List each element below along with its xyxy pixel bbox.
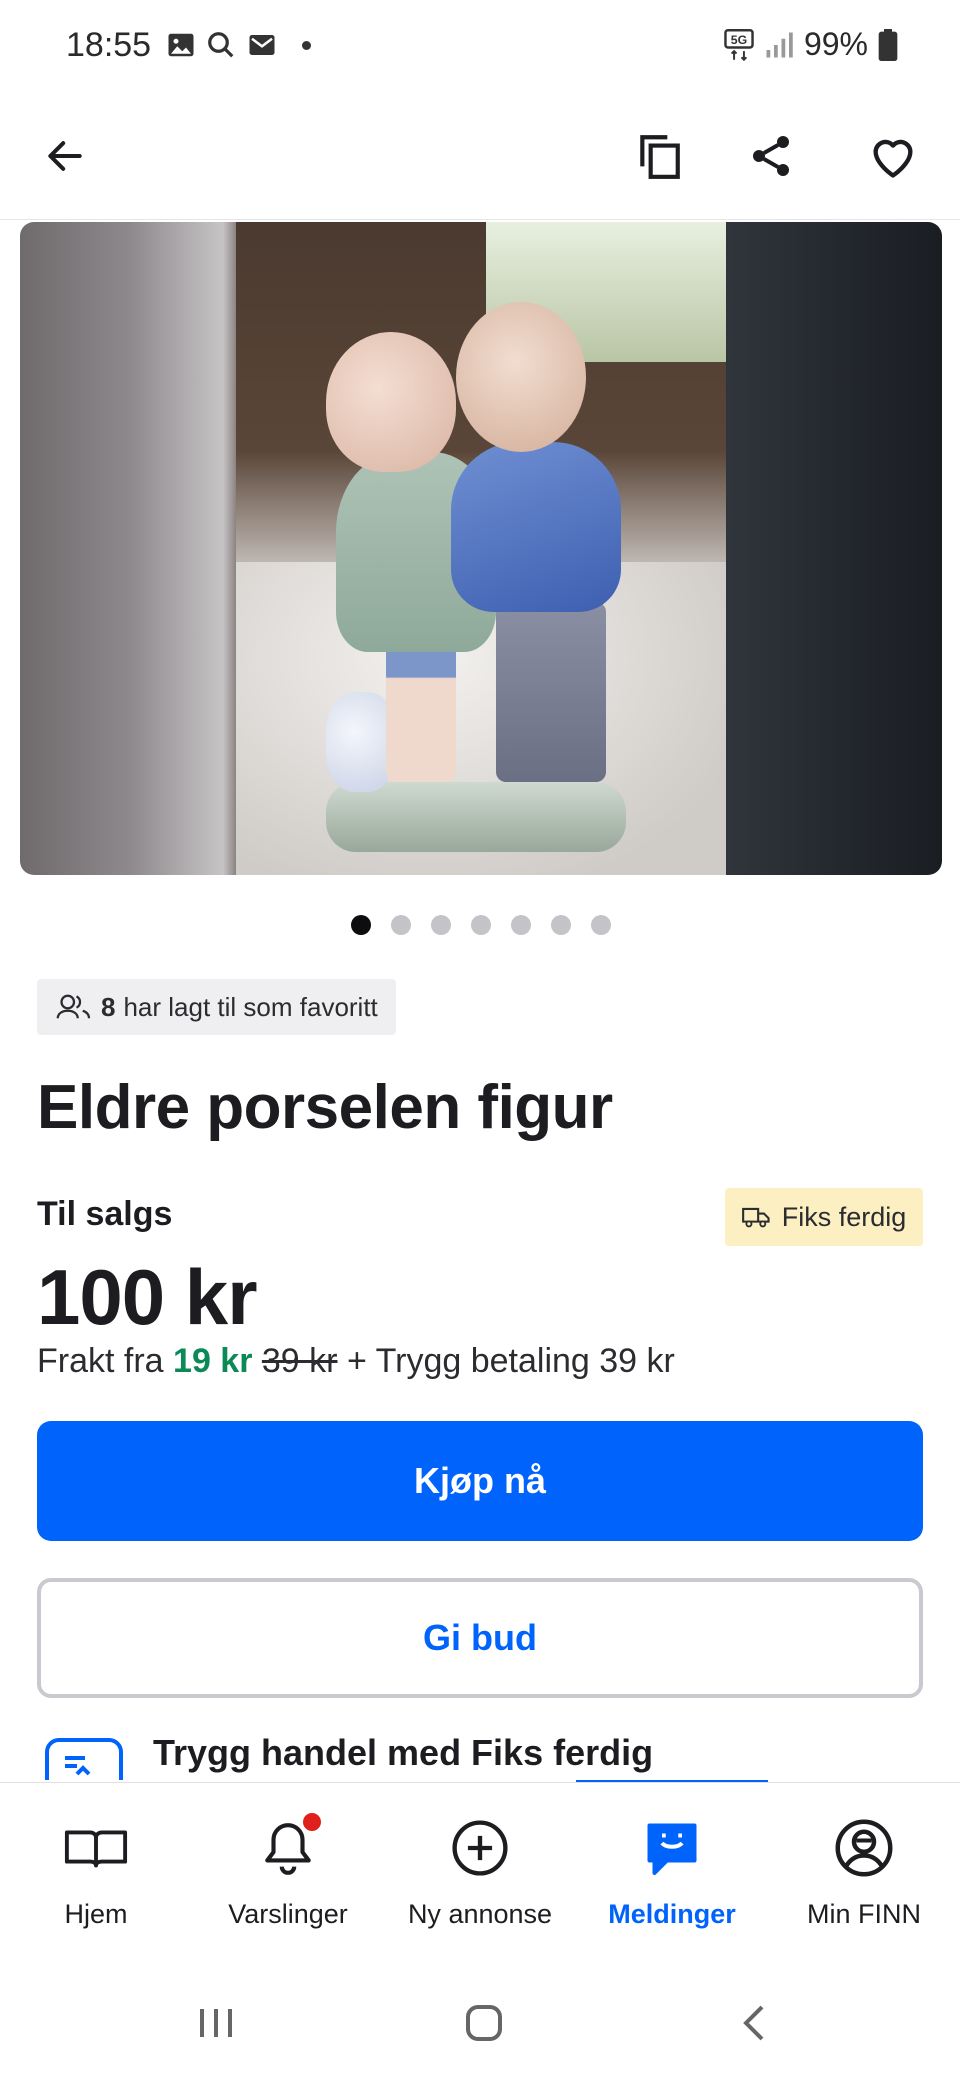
buy-now-button[interactable]: Kjøp nå: [37, 1421, 923, 1541]
listing-title: Eldre porselen figur: [37, 1073, 613, 1142]
book-icon: [61, 1813, 131, 1883]
status-right: 5G 99%: [724, 26, 898, 63]
shipping-suffix: + Trygg betaling 39 kr: [346, 1342, 675, 1380]
nav-label-min-finn: Min FINN: [807, 1899, 921, 1929]
search-icon: [208, 32, 234, 58]
favorite-count-badge: 8 har lagt til som favoritt: [37, 979, 396, 1035]
pagination-dot[interactable]: [471, 915, 491, 935]
listing-photo: [236, 222, 726, 875]
fiks-ferdig-label: Fiks ferdig: [781, 1201, 907, 1232]
home-button[interactable]: [454, 1998, 514, 2048]
status-time: 18:55: [66, 26, 152, 64]
gallery-icon: [168, 33, 194, 57]
profile-icon: [829, 1813, 899, 1883]
system-navigation-bar: [0, 1962, 960, 2080]
shipping-old-price: 39 kr: [261, 1342, 338, 1380]
back-arrow-icon: [48, 141, 82, 171]
pagination-dot[interactable]: [591, 915, 611, 935]
pagination-dot[interactable]: [511, 915, 531, 935]
status-more-dot: [302, 40, 311, 50]
bottom-navigation: Hjem Varslinger Ny annonse Meldinger Min…: [0, 1782, 960, 1962]
nav-item-min-finn[interactable]: Min FINN: [768, 1783, 960, 1963]
nav-label-hjem: Hjem: [64, 1899, 128, 1929]
safe-trade-section: Trygg handel med Fiks ferdig: [0, 1720, 960, 1780]
nav-item-varslinger[interactable]: Varslinger: [192, 1783, 384, 1963]
make-bid-button[interactable]: Gi bud: [37, 1578, 923, 1698]
battery-percentage: 99%: [803, 26, 868, 62]
top-app-bar: [0, 100, 960, 220]
listing-status: Til salgs: [37, 1195, 173, 1233]
nav-item-meldinger[interactable]: Meldinger: [576, 1783, 768, 1963]
system-back-button[interactable]: [724, 1998, 784, 2048]
system-back-icon: [743, 2005, 764, 2041]
home-icon: [466, 2005, 502, 2041]
favorite-count: 8: [101, 991, 116, 1022]
delivery-truck-icon: [741, 1207, 770, 1228]
copy-icon: [640, 135, 680, 179]
pagination-dot-active[interactable]: [351, 915, 371, 935]
pagination-dot[interactable]: [431, 915, 451, 935]
nav-label-varslinger: Varslinger: [228, 1899, 348, 1929]
safe-trade-icon: [45, 1738, 123, 1780]
nav-item-hjem[interactable]: Hjem: [0, 1783, 192, 1963]
safe-trade-text: Trygg handel med Fiks ferdig: [153, 1732, 654, 1773]
heart-icon: [873, 139, 913, 178]
people-icon: [56, 994, 91, 1019]
status-notification-icons: [166, 30, 311, 60]
nav-item-ny-annonse[interactable]: Ny annonse: [384, 1783, 576, 1963]
back-button[interactable]: [30, 121, 100, 191]
5g-icon: 5G: [724, 28, 754, 61]
notification-dot: [303, 1813, 321, 1831]
nav-label-ny-annonse: Ny annonse: [407, 1899, 553, 1929]
plus-circle-icon: [445, 1813, 515, 1883]
copy-button[interactable]: [624, 121, 694, 191]
listing-price: 100 kr: [37, 1253, 258, 1341]
nav-label-meldinger: Meldinger: [608, 1899, 736, 1929]
fiks-ferdig-badge: Fiks ferdig: [725, 1188, 923, 1246]
share-button[interactable]: [736, 121, 806, 191]
pagination-dot[interactable]: [551, 915, 571, 935]
recent-apps-icon: [200, 2009, 232, 2037]
shipping-prefix: Frakt fra: [37, 1342, 164, 1380]
favorite-button[interactable]: [858, 121, 928, 191]
share-icon: [753, 136, 789, 176]
battery-icon: [878, 28, 898, 61]
signal-icon: [766, 32, 793, 57]
status-bar: 18:55 5G 99%: [0, 0, 960, 92]
favorite-text: har lagt til som favoritt: [123, 991, 378, 1022]
image-gallery[interactable]: [20, 222, 942, 875]
mail-icon: [249, 35, 275, 55]
shipping-price: 19 kr: [173, 1342, 253, 1380]
chat-icon: [637, 1813, 707, 1883]
recent-apps-button[interactable]: [186, 1998, 246, 2048]
pagination-dot[interactable]: [391, 915, 411, 935]
svg-text:5G: 5G: [731, 32, 747, 46]
shipping-info: Frakt fra 19 kr 39 kr + Trygg betaling 3…: [37, 1342, 675, 1381]
bell-icon: [253, 1813, 323, 1883]
